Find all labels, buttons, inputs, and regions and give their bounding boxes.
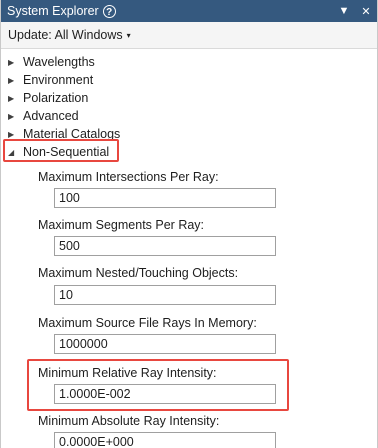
expand-arrow-icon[interactable]: ▶ bbox=[8, 112, 18, 121]
tree-node-advanced[interactable]: ▶ Advanced bbox=[1, 107, 377, 125]
system-explorer-panel: System Explorer ? ▼ ✕ Update: All Window… bbox=[0, 0, 378, 448]
tree-node-polarization[interactable]: ▶ Polarization bbox=[1, 89, 377, 107]
tree-node-wavelengths[interactable]: ▶ Wavelengths bbox=[1, 53, 377, 71]
update-label: Update: All Windows bbox=[8, 28, 123, 42]
tree-node-environment[interactable]: ▶ Environment bbox=[1, 71, 377, 89]
tree-node-label: Environment bbox=[23, 73, 94, 87]
expand-arrow-icon[interactable]: ▶ bbox=[8, 94, 18, 103]
tree-node-label: Advanced bbox=[23, 109, 79, 123]
min-absolute-ray-intensity-input[interactable]: 0.0000E+000 bbox=[54, 432, 276, 448]
tree-node-label: Wavelengths bbox=[23, 55, 95, 69]
min-absolute-ray-intensity-label: Minimum Absolute Ray Intensity: bbox=[38, 414, 220, 428]
expand-arrow-icon[interactable]: ▶ bbox=[8, 58, 18, 67]
window-menu-dropdown-icon[interactable]: ▼ bbox=[333, 0, 355, 22]
max-nested-objects-label: Maximum Nested/Touching Objects: bbox=[38, 266, 239, 280]
panel-title: System Explorer bbox=[7, 4, 99, 18]
help-icon[interactable]: ? bbox=[102, 4, 116, 18]
max-segments-label: Maximum Segments Per Ray: bbox=[38, 218, 205, 232]
max-intersections-label: Maximum Intersections Per Ray: bbox=[38, 170, 219, 184]
chevron-down-icon: ▾ bbox=[126, 30, 131, 40]
highlight-non-sequential bbox=[3, 139, 119, 162]
max-source-file-rays-input[interactable]: 1000000 bbox=[54, 334, 276, 354]
expand-arrow-icon[interactable]: ▶ bbox=[8, 76, 18, 85]
tree-node-label: Polarization bbox=[23, 91, 89, 105]
max-source-file-rays-label: Maximum Source File Rays In Memory: bbox=[38, 316, 257, 330]
close-icon[interactable]: ✕ bbox=[355, 0, 377, 22]
max-nested-objects-input[interactable]: 10 bbox=[54, 285, 276, 305]
highlight-min-relative-intensity bbox=[27, 359, 289, 411]
title-bar: System Explorer ? ▼ ✕ bbox=[1, 0, 377, 22]
max-intersections-input[interactable]: 100 bbox=[54, 188, 276, 208]
expand-arrow-icon[interactable]: ▶ bbox=[8, 130, 18, 139]
max-segments-input[interactable]: 500 bbox=[54, 236, 276, 256]
update-dropdown[interactable]: Update: All Windows ▾ bbox=[1, 22, 377, 49]
